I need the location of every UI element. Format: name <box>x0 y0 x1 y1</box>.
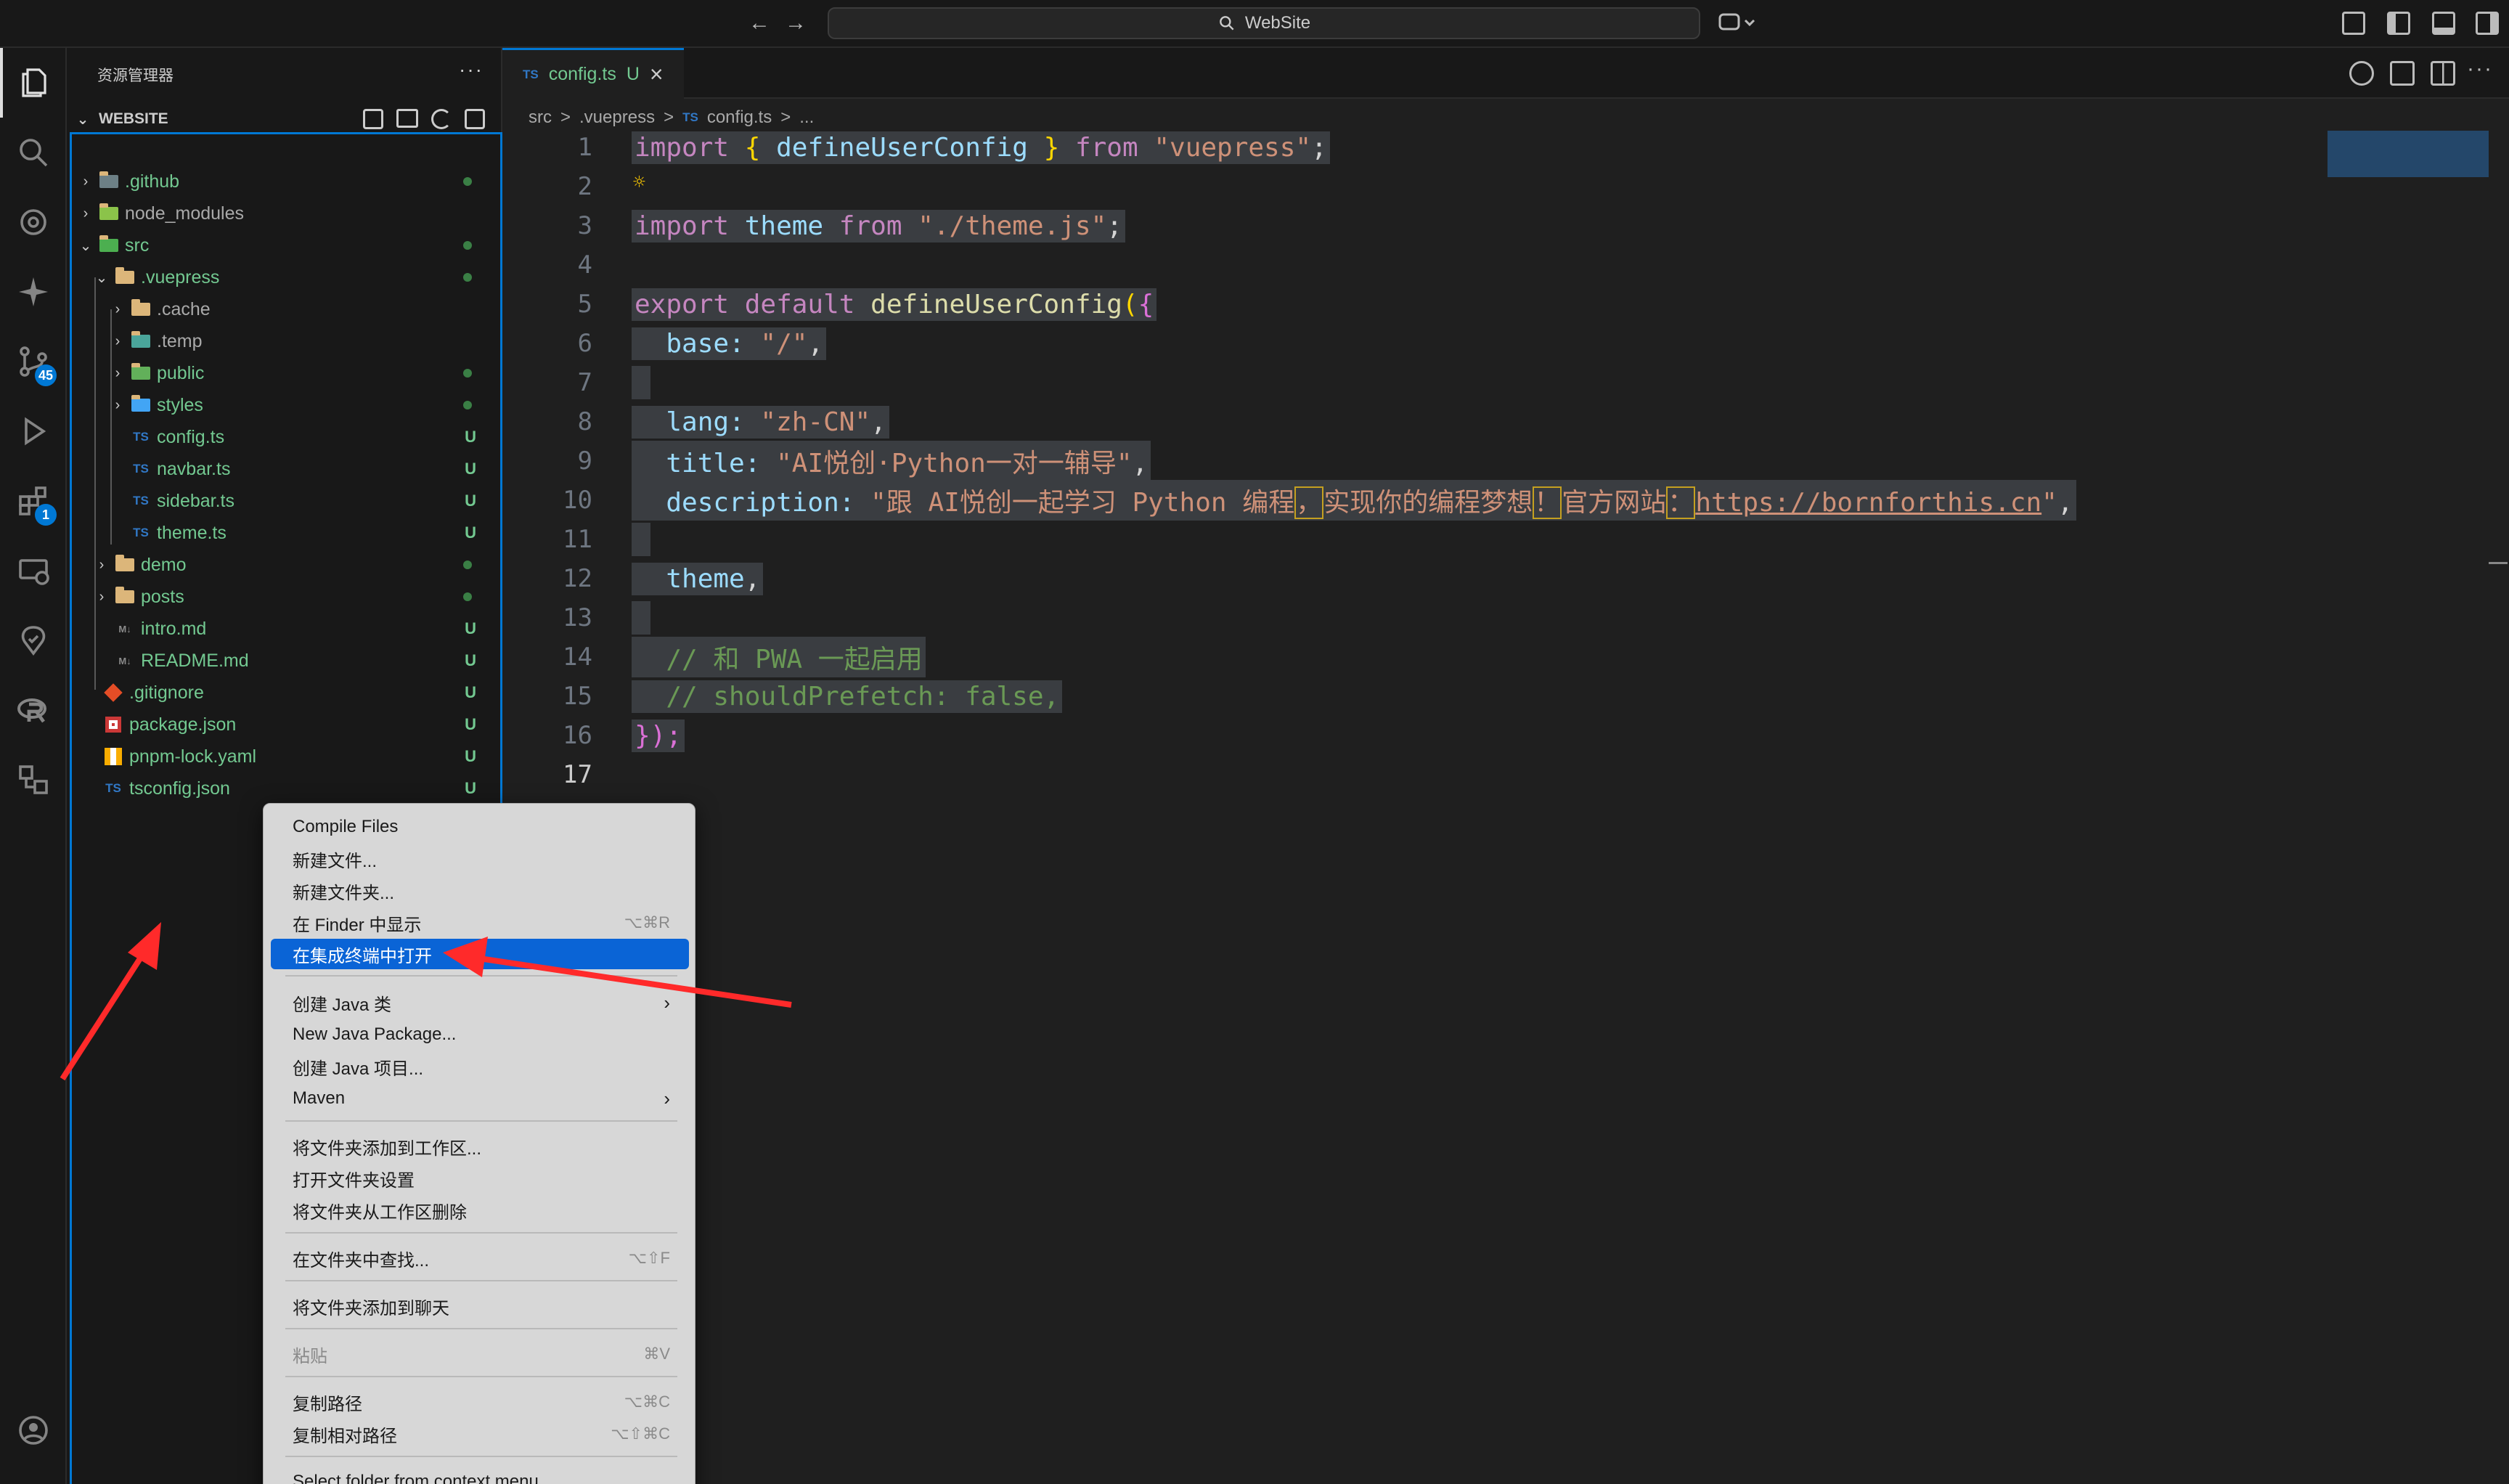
annotation-arrow-left <box>60 922 161 1081</box>
annotation-arrow-menu <box>443 937 792 1008</box>
annotation-arrows <box>60 922 792 1081</box>
